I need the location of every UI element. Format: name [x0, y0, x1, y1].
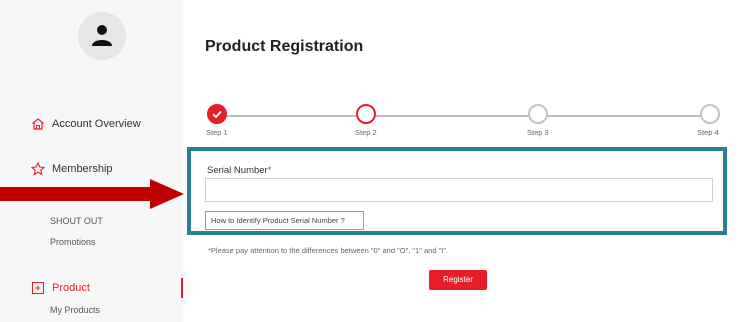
avatar[interactable] [78, 12, 126, 60]
step-connector [547, 115, 700, 117]
step-3-indicator [528, 104, 548, 124]
step-connector [227, 115, 356, 117]
star-icon [31, 162, 45, 176]
serial-number-label-text: Serial Number [207, 165, 268, 176]
step-1-label: Step 1 [206, 128, 228, 137]
home-icon [32, 118, 44, 130]
sidebar: Account Overview Membership SHOUT OUT Pr… [0, 0, 183, 322]
required-mark: * [267, 165, 272, 176]
step-connector [375, 115, 528, 117]
step-3-label: Step 3 [527, 128, 549, 137]
register-button[interactable]: Register [429, 270, 487, 290]
step-2-indicator [356, 104, 376, 124]
annotation-arrow-icon [0, 179, 184, 209]
page-title: Product Registration [205, 38, 364, 55]
serial-note: *Please pay attention to the differences… [208, 246, 449, 255]
sidebar-subitem-promotions[interactable]: Promotions [50, 237, 96, 247]
sidebar-item-label: Account Overview [52, 118, 141, 130]
step-1-indicator [207, 104, 227, 124]
step-4-label: Step 4 [697, 128, 719, 137]
sidebar-item-product[interactable]: Product [31, 281, 90, 295]
step-4-indicator [700, 104, 720, 124]
check-icon [212, 110, 222, 119]
sidebar-item-label: Membership [52, 163, 113, 175]
main-panel: Product Registration Step 1 Step 2 Step … [183, 0, 746, 322]
sidebar-subitem-my-products[interactable]: My Products [50, 305, 100, 315]
step-2-label: Step 2 [355, 128, 377, 137]
stepper: Step 1 Step 2 Step 3 Step 4 [183, 100, 746, 140]
product-icon [31, 281, 45, 295]
serial-number-input[interactable] [205, 178, 713, 202]
sidebar-item-label: Product [52, 282, 90, 294]
sidebar-item-membership[interactable]: Membership [31, 162, 113, 176]
sidebar-subitem-shout-out[interactable]: SHOUT OUT [50, 216, 103, 226]
serial-number-label: Serial Number* [207, 165, 271, 176]
sidebar-item-account-overview[interactable]: Account Overview [31, 117, 141, 131]
serial-help-button[interactable]: How to Identify Product Serial Number ? [205, 211, 364, 230]
user-icon [92, 25, 112, 46]
